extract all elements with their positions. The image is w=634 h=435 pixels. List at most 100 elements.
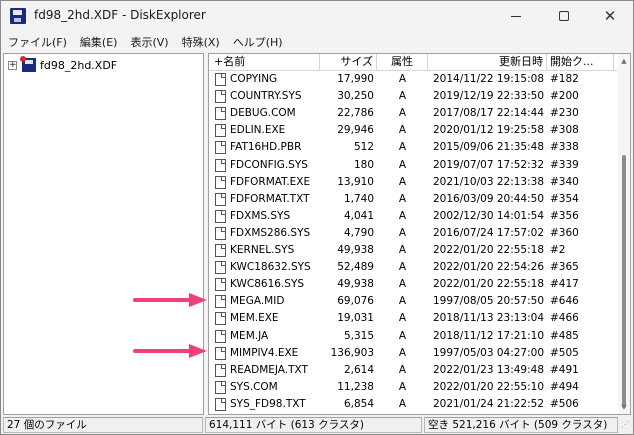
file-attribute: A bbox=[398, 397, 407, 410]
file-attribute: A bbox=[398, 73, 407, 85]
file-icon bbox=[215, 107, 226, 121]
file-modified: 2016/03/09 20:44:50 bbox=[432, 192, 544, 205]
file-size: 30,250 bbox=[337, 90, 374, 103]
scroll-up-icon[interactable]: ▲ bbox=[618, 55, 630, 67]
file-list[interactable]: +名前 サイズ 属性 更新日時 開始ク... COPYING 17,990 A 201… bbox=[208, 53, 631, 415]
file-name: MEGA.MID bbox=[230, 295, 285, 308]
menu-view[interactable]: 表示(V) bbox=[123, 31, 174, 51]
file-attribute: A bbox=[398, 346, 407, 359]
file-row[interactable]: KWC18632.SYS 52,489 A 2022/01/20 22:54:26 #3… bbox=[209, 259, 617, 276]
file-size: 1,740 bbox=[343, 192, 374, 205]
file-row[interactable]: EDLIN.EXE 29,946 A 2020/01/12 19:25:58 #308 bbox=[209, 122, 617, 139]
file-size: 512 bbox=[353, 141, 374, 154]
file-name: SYS_FD98.TXT bbox=[230, 397, 306, 410]
file-name: FDCONFIG.SYS bbox=[230, 158, 308, 171]
file-size: 49,938 bbox=[337, 244, 374, 256]
file-size: 136,903 bbox=[330, 346, 374, 359]
file-name: KWC18632.SYS bbox=[230, 261, 311, 274]
file-start-cluster: #339 bbox=[550, 158, 579, 171]
file-row[interactable]: FDCONFIG.SYS 180 A 2019/07/07 17:52:32 #339 bbox=[209, 157, 617, 174]
file-name: COUNTRY.SYS bbox=[230, 90, 302, 103]
file-size: 6,854 bbox=[343, 397, 374, 410]
scroll-down-icon[interactable]: ▼ bbox=[618, 401, 630, 413]
annotation-arrow-mega-mid bbox=[133, 293, 208, 307]
file-row[interactable]: SYS.COM 11,238 A 2022/01/20 22:55:10 #494 bbox=[209, 379, 617, 396]
file-start-cluster: #182 bbox=[550, 73, 579, 85]
file-attribute: A bbox=[398, 90, 407, 103]
menu-file[interactable]: ファイル(F) bbox=[1, 31, 73, 51]
file-icon bbox=[215, 124, 226, 138]
scroll-thumb[interactable] bbox=[622, 155, 626, 408]
column-header-name[interactable]: +名前 bbox=[209, 54, 320, 71]
file-size: 13,910 bbox=[337, 175, 374, 188]
tree-item-root[interactable]: + fd98_2hd.XDF bbox=[8, 56, 117, 73]
file-row[interactable]: COPYING 17,990 A 2014/11/22 19:15:08 #182 bbox=[209, 71, 617, 88]
file-attribute: A bbox=[398, 295, 407, 308]
file-size: 4,041 bbox=[343, 209, 374, 222]
vertical-scrollbar[interactable]: ▲ ▼ bbox=[618, 54, 630, 414]
file-row[interactable]: FDFORMAT.TXT 1,740 A 2016/03/09 20:44:50 #35… bbox=[209, 191, 617, 208]
file-row[interactable]: MIMPIV4.EXE 136,903 A 1997/05/03 04:27:00 #5… bbox=[209, 345, 617, 362]
file-row[interactable]: FDFORMAT.EXE 13,910 A 2021/10/03 22:13:38 #3… bbox=[209, 174, 617, 191]
minimize-icon bbox=[511, 15, 521, 17]
file-row[interactable]: KERNEL.SYS 49,938 A 2022/01/20 22:55:18 #2 bbox=[209, 242, 617, 259]
file-attribute: A bbox=[398, 158, 407, 171]
file-start-cluster: #417 bbox=[550, 278, 579, 291]
minimize-button[interactable] bbox=[493, 1, 539, 31]
file-modified: 2020/01/12 19:25:58 bbox=[432, 124, 544, 137]
close-icon: ✕ bbox=[603, 6, 617, 25]
menu-edit[interactable]: 編集(E) bbox=[73, 31, 124, 51]
arrow-head-icon bbox=[189, 293, 207, 307]
file-row[interactable]: DEBUG.COM 22,786 A 2017/08/17 22:14:44 #230 bbox=[209, 105, 617, 122]
file-name: SYS.COM bbox=[230, 380, 278, 393]
column-header-attribute[interactable]: 属性 bbox=[377, 54, 428, 71]
file-attribute: A bbox=[398, 363, 407, 376]
file-row[interactable]: FAT16HD.PBR 512 A 2015/09/06 21:35:48 #338 bbox=[209, 139, 617, 156]
file-start-cluster: #506 bbox=[550, 397, 579, 410]
file-start-cluster: #2 bbox=[550, 244, 566, 256]
file-icon bbox=[215, 363, 226, 377]
title-bar[interactable]: fd98_2hd.XDF - DiskExplorer ✕ bbox=[1, 1, 633, 31]
file-start-cluster: #646 bbox=[550, 295, 579, 308]
file-row[interactable]: FDXMS.SYS 4,041 A 2002/12/30 14:01:54 #356 bbox=[209, 208, 617, 225]
file-start-cluster: #200 bbox=[550, 90, 579, 103]
column-header-size[interactable]: サイズ bbox=[320, 54, 377, 71]
file-start-cluster: #466 bbox=[550, 312, 579, 325]
file-size: 4,790 bbox=[343, 226, 374, 239]
file-name: MEM.JA bbox=[230, 329, 269, 342]
file-row[interactable]: FDXMS286.SYS 4,790 A 2016/07/24 17:57:02 #36… bbox=[209, 225, 617, 242]
file-name: FDFORMAT.TXT bbox=[230, 192, 310, 205]
file-start-cluster: #308 bbox=[550, 124, 579, 137]
file-icon bbox=[215, 158, 226, 172]
file-row[interactable]: MEM.EXE 19,031 A 2018/11/13 23:13:04 #466 bbox=[209, 310, 617, 327]
menu-help[interactable]: ヘルプ(H) bbox=[226, 31, 289, 51]
file-size: 5,315 bbox=[343, 329, 374, 342]
expand-icon[interactable]: + bbox=[8, 60, 17, 70]
file-attribute: A bbox=[398, 192, 407, 205]
file-name: DEBUG.COM bbox=[230, 107, 296, 120]
maximize-button[interactable] bbox=[541, 1, 587, 31]
file-row[interactable]: KWC8616.SYS 49,938 A 2022/01/20 22:55:18 #41… bbox=[209, 276, 617, 293]
file-attribute: A bbox=[398, 226, 407, 239]
arrow-head-icon bbox=[189, 344, 207, 358]
file-icon bbox=[215, 397, 226, 411]
file-row[interactable]: MEM.JA 5,315 A 2018/11/12 17:21:10 #485 bbox=[209, 328, 617, 345]
close-button[interactable]: ✕ bbox=[587, 1, 633, 31]
file-row[interactable]: READMEJA.TXT 2,614 A 2022/01/23 13:49:48 #49… bbox=[209, 362, 617, 379]
file-name: READMEJA.TXT bbox=[230, 363, 308, 376]
file-name: KWC8616.SYS bbox=[230, 278, 305, 291]
file-name: FDFORMAT.EXE bbox=[230, 175, 311, 188]
file-start-cluster: #230 bbox=[550, 107, 579, 120]
menu-special[interactable]: 特殊(X) bbox=[175, 31, 226, 51]
file-row[interactable]: MEGA.MID 69,076 A 1997/08/05 20:57:50 #646 bbox=[209, 293, 617, 310]
file-name: FAT16HD.PBR bbox=[230, 141, 302, 154]
file-row[interactable]: SYS_FD98.TXT 6,854 A 2021/01/24 21:22:52 #50… bbox=[209, 396, 617, 413]
column-header-modified[interactable]: 更新日時 bbox=[428, 54, 547, 71]
file-size: 180 bbox=[353, 158, 374, 171]
maximize-icon bbox=[559, 11, 569, 21]
file-modified: 2022/01/20 22:55:18 bbox=[432, 244, 544, 256]
folder-tree[interactable]: + fd98_2hd.XDF bbox=[3, 53, 204, 415]
column-header-start-cluster[interactable]: 開始ク... bbox=[547, 54, 614, 71]
file-row[interactable]: COUNTRY.SYS 30,250 A 2019/12/19 22:33:50 #20… bbox=[209, 88, 617, 105]
resize-grip-icon[interactable]: ⋰ bbox=[621, 420, 631, 432]
